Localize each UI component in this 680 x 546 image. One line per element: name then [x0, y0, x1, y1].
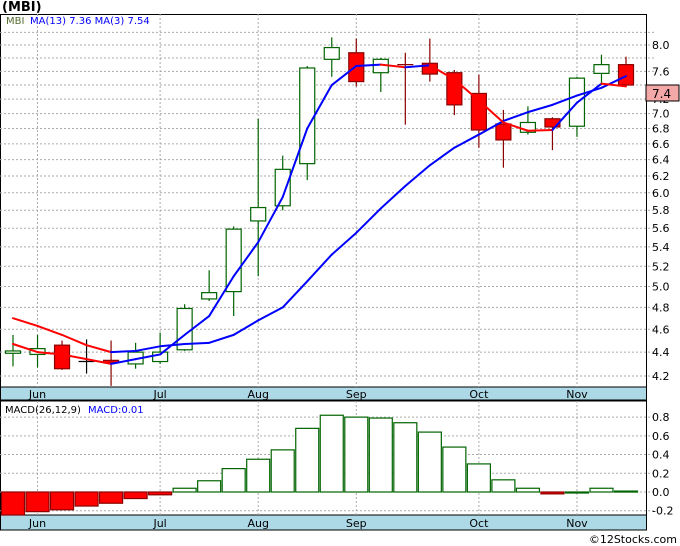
ma-line-segment	[183, 341, 211, 346]
ma-line-segment	[110, 349, 137, 354]
macd-bar	[0, 491, 26, 516]
price-tick-label: 6.0	[652, 187, 670, 200]
candle-body	[593, 64, 610, 74]
macd-bar	[74, 491, 99, 507]
date-label: Jun	[28, 388, 46, 401]
macd-bar	[393, 422, 418, 493]
date-label: Jun	[28, 517, 46, 530]
date-label: Sep	[346, 517, 367, 530]
price-tick-label: 8.0	[652, 39, 670, 52]
candle-body	[617, 64, 635, 86]
candle-body	[53, 344, 71, 370]
price-tick-label: 5.6	[652, 222, 670, 235]
date-label: Aug	[247, 517, 268, 530]
price-tick-label: 6.8	[652, 122, 670, 135]
price-tick-label: 4.4	[652, 346, 670, 359]
macd-bar	[540, 491, 565, 495]
date-label: Nov	[566, 517, 588, 530]
macd-tick-label: -0.2	[652, 505, 673, 518]
macd-bar	[148, 491, 173, 496]
candle-body	[299, 67, 316, 165]
macd-bar	[491, 479, 516, 493]
macd-bar	[442, 446, 467, 493]
macd-bar	[564, 491, 590, 494]
macd-tick-label: 0.0	[652, 486, 670, 499]
price-tick-label: 4.6	[652, 323, 670, 336]
macd-bar	[246, 458, 271, 493]
macd-tick-label: 0.8	[652, 411, 670, 424]
macd-tick-label: 0.4	[652, 449, 670, 462]
price-tick-label: 5.4	[652, 241, 670, 254]
date-label: Oct	[469, 388, 489, 401]
macd-bar	[25, 491, 50, 513]
stock-chart: (MBI) 8.07.67.27.06.86.66.46.26.05.85.65…	[0, 0, 680, 546]
macd-bar	[123, 491, 148, 500]
candle-body	[250, 206, 267, 222]
price-tick-label: 6.4	[652, 154, 670, 167]
macd-bar	[197, 480, 222, 493]
footer-copyright: ©12Stocks.com	[589, 533, 677, 546]
price-tick-label: 5.0	[652, 280, 670, 293]
macd-bar	[417, 431, 442, 493]
date-label: Jul	[152, 388, 166, 401]
price-tick-label: 7.0	[652, 108, 670, 121]
price-tick-label: 5.8	[652, 204, 670, 217]
macd-bar	[172, 487, 197, 493]
macd-tick-label: 0.6	[652, 430, 670, 443]
date-label: Oct	[469, 517, 489, 530]
macd-bar	[368, 417, 393, 493]
date-label: Jul	[152, 517, 166, 530]
macd-date-band	[0, 514, 647, 531]
macd-bar	[515, 487, 541, 493]
macd-bar	[49, 491, 75, 511]
price-tick-label: 7.6	[652, 65, 670, 78]
legend-ma13: MA(13) 7.36 MA(3) 7.54	[30, 16, 150, 27]
price-tick-label: 4.2	[652, 370, 670, 383]
price-date-band	[0, 386, 647, 401]
macd-tick-label: 0.2	[652, 467, 670, 480]
current-price-label: 7.4	[652, 87, 671, 101]
price-panel	[0, 14, 647, 388]
candle-body	[470, 92, 487, 131]
macd-legend-value: MACD:0.01	[88, 405, 144, 416]
macd-bar	[270, 449, 295, 493]
chart-canvas: 8.07.67.27.06.86.66.46.26.05.85.65.45.25…	[0, 14, 680, 546]
date-label: Nov	[566, 388, 588, 401]
candle-body	[495, 123, 512, 141]
candle-body	[274, 168, 291, 207]
date-label: Aug	[247, 388, 268, 401]
candle-body	[225, 228, 242, 293]
ma-line-segment	[526, 128, 554, 132]
macd-bar	[344, 416, 369, 493]
macd-bar	[221, 468, 246, 493]
legend-symbol: MBI	[6, 16, 24, 27]
macd-bar	[589, 487, 614, 493]
price-tick-label: 4.8	[652, 301, 670, 314]
macd-bar	[613, 490, 639, 493]
candle-body	[201, 292, 218, 300]
macd-bar	[295, 427, 320, 493]
price-tick-label: 6.2	[652, 170, 670, 183]
ma-line-segment	[355, 63, 382, 67]
price-tick-label: 5.2	[652, 260, 670, 273]
macd-bar	[98, 491, 124, 504]
candle-body	[323, 46, 340, 60]
date-label: Sep	[346, 388, 367, 401]
macd-bar	[466, 463, 491, 493]
macd-legend-label: MACD(26,12,9)	[5, 405, 81, 416]
candle-body	[4, 350, 22, 354]
macd-bar	[319, 414, 344, 493]
price-tick-label: 6.6	[652, 138, 670, 151]
